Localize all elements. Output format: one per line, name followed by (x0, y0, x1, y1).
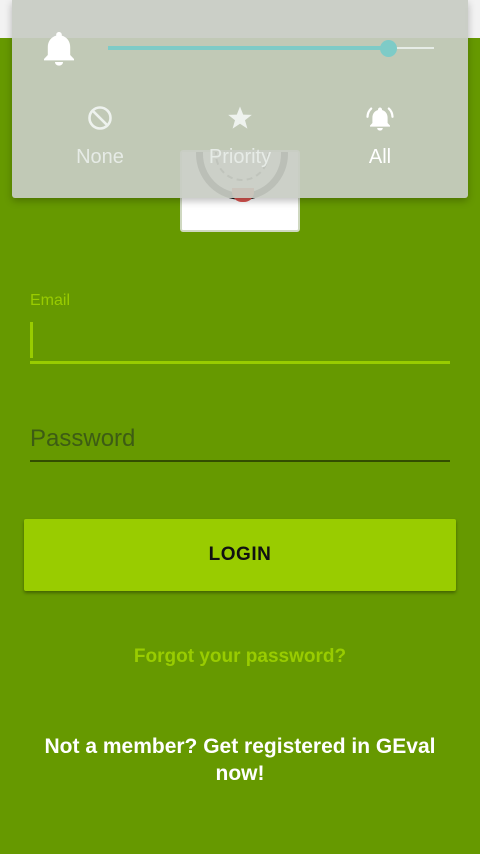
star-icon (228, 106, 252, 129)
mode-all[interactable]: All (320, 104, 440, 176)
login-button[interactable]: LOGIN (24, 519, 456, 591)
mode-none[interactable]: None (40, 104, 160, 176)
mode-label-all: All (368, 146, 392, 168)
forgot-password-link[interactable]: Forgot your password? (0, 646, 480, 668)
mode-label-none: None (76, 146, 124, 168)
register-link[interactable]: Not a member? Get registered in GEval no… (30, 733, 450, 787)
volume-slider[interactable] (108, 38, 434, 58)
mode-priority[interactable]: Priority (180, 104, 300, 176)
bell-icon[interactable] (42, 30, 76, 66)
slider-fill (108, 46, 389, 50)
mode-label-priority: Priority (208, 146, 272, 168)
password-field[interactable] (30, 418, 450, 462)
block-icon (88, 106, 112, 130)
interruptions-panel: None Priority All (12, 0, 468, 198)
email-field[interactable] (30, 320, 450, 364)
bell-ring-icon (366, 107, 394, 131)
email-label: Email (30, 292, 71, 309)
slider-thumb[interactable] (380, 40, 398, 57)
text-caret (30, 322, 33, 358)
